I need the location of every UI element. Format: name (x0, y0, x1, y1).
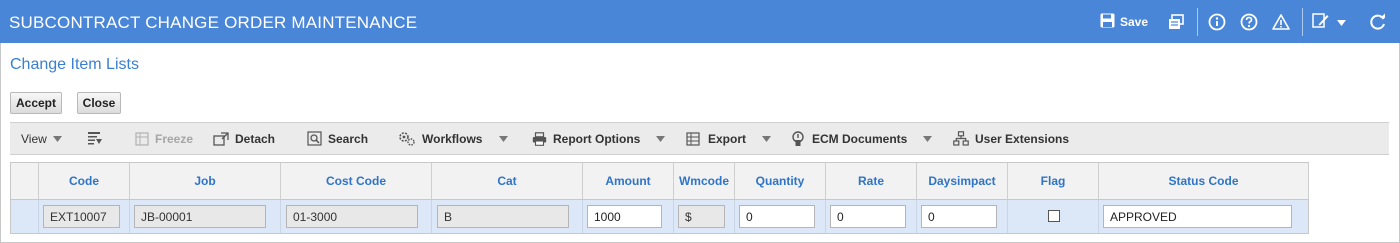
print-icon[interactable] (1168, 12, 1185, 32)
cell-daysimpact: 0 (916, 200, 1007, 233)
cell-wmcode: $ (673, 200, 734, 233)
user-extensions-label: User Extensions (975, 131, 1070, 146)
export-label: Export (708, 131, 747, 146)
hierarchy-icon (953, 131, 969, 146)
column-header-wmcode[interactable]: Wmcode (673, 163, 734, 199)
refresh-icon[interactable] (1369, 12, 1387, 32)
workflows-menu[interactable]: Workflows (398, 123, 509, 154)
section-title: Change Item Lists (10, 56, 139, 73)
quantity-input[interactable]: 0 (739, 205, 815, 228)
user-extensions-button[interactable]: User Extensions (953, 123, 1069, 154)
column-header-flag[interactable]: Flag (1007, 163, 1098, 199)
search-button[interactable]: Search (307, 123, 368, 154)
rate-input[interactable]: 0 (830, 205, 906, 228)
detach-label: Detach (235, 131, 276, 146)
help-icon[interactable] (1240, 12, 1258, 32)
cell-amount: 1000 (582, 200, 673, 233)
column-header-rate[interactable]: Rate (825, 163, 916, 199)
column-header-code[interactable]: Code (38, 163, 129, 199)
detach-button[interactable]: Detach (213, 123, 275, 154)
chevron-down-icon (1337, 15, 1346, 29)
title-bar: SUBCONTRACT CHANGE ORDER MAINTENANCE Sav… (0, 0, 1400, 43)
freeze-button[interactable]: Freeze (135, 123, 193, 154)
column-header-amount[interactable]: Amount (582, 163, 673, 199)
report-options-label: Report Options (553, 131, 641, 146)
title-separator (1302, 8, 1303, 36)
search-icon (307, 131, 322, 146)
freeze-icon (135, 131, 149, 146)
close-button[interactable]: Close (77, 92, 121, 114)
grid-header: Code Job Cost Code Cat Amount Wmcode Qua… (11, 163, 1309, 200)
column-header-cost-code[interactable]: Cost Code (280, 163, 431, 199)
amount-input[interactable]: 1000 (587, 205, 662, 228)
column-header-cat[interactable]: Cat (431, 163, 582, 199)
wmcode-field: $ (678, 205, 725, 228)
table-row[interactable]: EXT10007 JB-00001 01-3000 B 1000 $ 0 0 0 (11, 200, 1308, 233)
save-icon (1100, 13, 1115, 31)
export-menu[interactable]: Export (686, 123, 772, 154)
ecm-documents-menu[interactable]: ECM Documents (791, 123, 933, 154)
accept-button[interactable]: Accept (10, 92, 62, 114)
row-selector[interactable] (11, 200, 38, 233)
cell-cost-code: 01-3000 (280, 200, 431, 233)
search-label: Search (328, 131, 369, 146)
ecm-documents-label: ECM Documents (812, 131, 908, 146)
cell-status-code: APPROVED (1098, 200, 1309, 233)
chevron-down-icon (52, 135, 62, 142)
chevron-down-icon (923, 135, 933, 142)
workflows-label: Workflows (422, 131, 483, 146)
workflows-icon (398, 131, 416, 146)
cell-job: JB-00001 (129, 200, 280, 233)
column-header-quantity[interactable]: Quantity (734, 163, 825, 199)
code-field: EXT10007 (43, 205, 120, 228)
job-field: JB-00001 (134, 205, 266, 228)
cell-cat: B (431, 200, 582, 233)
change-item-grid: Code Job Cost Code Cat Amount Wmcode Qua… (10, 162, 1309, 234)
warning-icon[interactable] (1272, 12, 1290, 32)
flag-checkbox[interactable] (1048, 210, 1060, 222)
edit-menu-button[interactable] (1312, 12, 1346, 32)
ecm-documents-icon (791, 130, 806, 147)
cell-rate: 0 (825, 200, 916, 233)
cost-code-field: 01-3000 (286, 205, 418, 228)
chevron-down-icon (762, 135, 772, 142)
chevron-down-icon (499, 135, 509, 142)
column-header-daysimpact[interactable]: Daysimpact (916, 163, 1007, 199)
cell-code: EXT10007 (38, 200, 129, 233)
detach-icon (213, 131, 229, 146)
chevron-down-icon (656, 135, 666, 142)
column-header-status-code[interactable]: Status Code (1098, 163, 1309, 199)
daysimpact-input[interactable]: 0 (921, 205, 997, 228)
freeze-label: Freeze (155, 131, 194, 146)
report-options-menu[interactable]: Report Options (532, 123, 666, 154)
cell-flag (1007, 200, 1098, 233)
title-separator (1197, 8, 1198, 36)
column-header-job[interactable]: Job (129, 163, 280, 199)
save-label: Save (1120, 15, 1149, 29)
page-title: SUBCONTRACT CHANGE ORDER MAINTENANCE (9, 13, 418, 32)
edit-icon (1312, 12, 1329, 32)
column-settings-icon[interactable] (87, 123, 103, 154)
grid-toolbar: View Freeze Detach Search Workflows Repo… (10, 122, 1389, 155)
save-button[interactable]: Save (1100, 12, 1148, 32)
print-icon (532, 131, 547, 146)
row-selector-header (11, 163, 38, 199)
info-icon[interactable] (1208, 12, 1226, 32)
view-label: View (21, 131, 47, 146)
status-code-input[interactable]: APPROVED (1103, 205, 1292, 228)
cat-field: B (437, 205, 569, 228)
view-menu[interactable]: View (21, 123, 62, 154)
export-icon (686, 131, 702, 146)
cell-quantity: 0 (734, 200, 825, 233)
